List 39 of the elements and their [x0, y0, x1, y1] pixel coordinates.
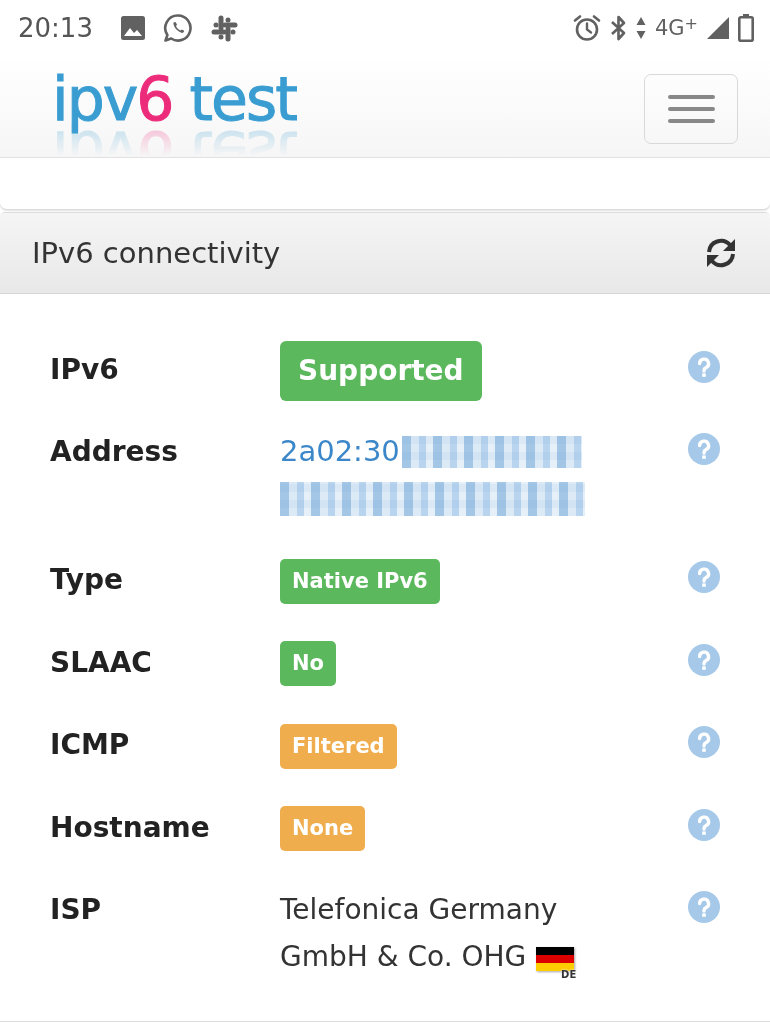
- panel-title: IPv6 connectivity: [32, 236, 281, 270]
- help-icon[interactable]: [688, 433, 720, 465]
- field-label: ISP: [50, 892, 102, 928]
- isp-name: Telefonica Germany: [280, 892, 558, 928]
- field-label: SLAAC: [50, 644, 152, 681]
- chat-bubble-icon: [162, 13, 193, 43]
- help-icon[interactable]: [688, 726, 720, 758]
- flag-icon: [536, 946, 575, 971]
- help-icon[interactable]: [688, 561, 720, 593]
- refresh-icon[interactable]: [704, 236, 738, 270]
- field-label: Address: [50, 434, 178, 470]
- network-type: 4G$^{+}$: [654, 15, 698, 41]
- isp-name: GmbH & Co. OHG: [280, 939, 527, 975]
- field-label: ICMP: [50, 727, 130, 763]
- status-label: Filtered: [280, 723, 397, 769]
- help-icon[interactable]: [688, 891, 720, 923]
- status-label: No: [280, 641, 336, 686]
- help-icon[interactable]: [688, 808, 720, 841]
- alarm-clock-icon: [572, 14, 601, 42]
- site-logo[interactable]: ipv6 test: [52, 56, 297, 157]
- image-icon: [120, 16, 145, 40]
- battery-icon: [738, 14, 754, 42]
- status-label: Native IPv6: [280, 558, 440, 604]
- menu-icon: [667, 94, 715, 123]
- field-label: IPv6: [50, 352, 119, 388]
- field-label: Type: [50, 562, 124, 598]
- hash-icon: [210, 14, 238, 42]
- status-label: Supported: [280, 341, 482, 401]
- help-icon[interactable]: [688, 643, 720, 676]
- bluetooth-icon: [609, 14, 627, 42]
- help-icon[interactable]: [688, 351, 720, 383]
- menu-button[interactable]: [644, 73, 738, 144]
- ip-address-link[interactable]: 2a02:30: [280, 428, 400, 475]
- field-label: Hostname: [50, 809, 210, 846]
- data-arrows-icon: [635, 15, 646, 41]
- clock-time: 20:13: [18, 13, 93, 43]
- country-code: DE: [561, 968, 577, 980]
- status-label: None: [280, 806, 366, 851]
- signal-icon: [707, 17, 729, 39]
